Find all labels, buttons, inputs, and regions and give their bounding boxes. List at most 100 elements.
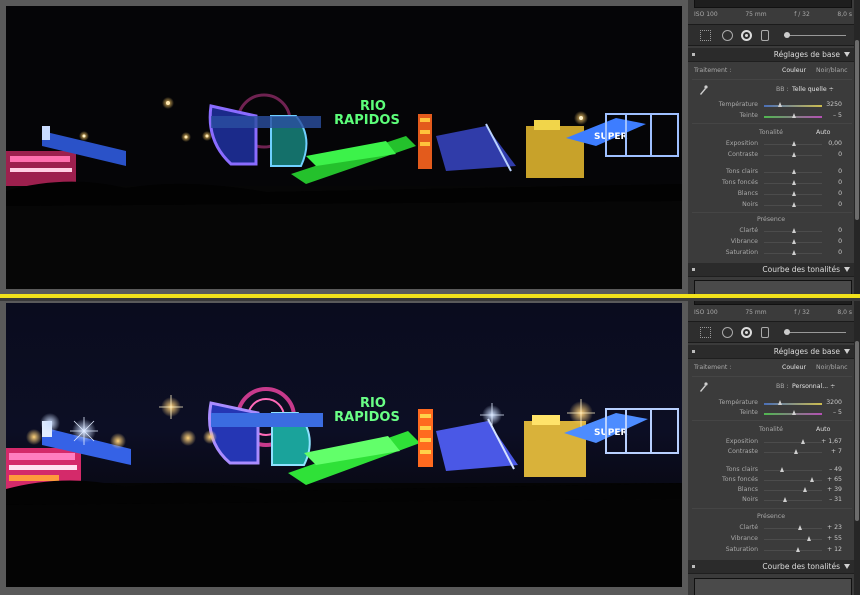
vibrance-knob[interactable] [792, 239, 796, 244]
contrast-slider-row[interactable]: Contraste 0 [688, 150, 854, 160]
basic-section-header-after[interactable]: Réglages de base [688, 345, 854, 359]
temperature-track[interactable] [764, 403, 822, 405]
clarity-slider-row[interactable]: Clarté 0 [688, 226, 854, 236]
contrast-value[interactable]: + 7 [831, 448, 842, 455]
highlights-knob[interactable] [780, 467, 784, 472]
saturation-value[interactable]: + 12 [827, 546, 842, 553]
eyedropper-icon[interactable] [698, 84, 708, 96]
auto-tone-button[interactable]: Auto [816, 129, 830, 136]
blacks-knob[interactable] [792, 202, 796, 207]
saturation-knob[interactable] [792, 250, 796, 255]
graduated-filter-icon[interactable] [761, 30, 769, 41]
adjustment-brush-slider[interactable] [784, 32, 846, 38]
collapse-arrow-icon[interactable] [844, 349, 850, 354]
red-eye-icon[interactable] [741, 30, 752, 41]
blacks-track[interactable] [764, 500, 822, 501]
clarity-value[interactable]: + 23 [827, 524, 842, 531]
spot-removal-icon[interactable] [722, 30, 733, 41]
wb-mode-dropdown[interactable]: Personnal... ÷ [792, 383, 835, 390]
treatment-bw-option[interactable]: Noir/blanc [816, 67, 848, 74]
crop-tool-icon[interactable] [700, 327, 711, 338]
tone-curve-header-after[interactable]: Courbe des tonalités [688, 560, 854, 574]
tint-slider-row[interactable]: Teinte – 5 [688, 111, 854, 121]
whites-knob[interactable] [792, 191, 796, 196]
shadows-value[interactable]: 0 [838, 179, 842, 186]
basic-section-header-before[interactable]: Réglages de base [688, 48, 854, 62]
vibrance-knob[interactable] [807, 536, 811, 541]
blacks-slider-row[interactable]: Noirs – 31 [688, 495, 854, 505]
saturation-knob[interactable] [796, 547, 800, 552]
highlights-track[interactable] [764, 470, 822, 471]
exposure-knob[interactable] [792, 141, 796, 146]
shadows-knob[interactable] [810, 477, 814, 482]
blacks-value[interactable]: 0 [838, 201, 842, 208]
tint-knob[interactable] [792, 113, 796, 118]
shadows-slider-row[interactable]: Tons foncés + 65 [688, 475, 854, 485]
highlights-value[interactable]: – 49 [829, 466, 842, 473]
panel-toggle-icon[interactable] [692, 53, 695, 56]
collapse-arrow-icon[interactable] [844, 564, 850, 569]
after-photo[interactable]: RIO RAPIDOS SUPER [6, 303, 682, 587]
panel-scrollbar-after[interactable] [854, 301, 860, 595]
temperature-value[interactable]: 3250 [826, 101, 842, 108]
spot-removal-icon[interactable] [722, 327, 733, 338]
vibrance-track[interactable] [764, 539, 822, 540]
temperature-track[interactable] [764, 105, 822, 107]
tone-curve-header-before[interactable]: Courbe des tonalités [688, 263, 854, 277]
saturation-slider-row[interactable]: Saturation 0 [688, 248, 854, 258]
panel-toggle-icon[interactable] [692, 350, 695, 353]
collapse-arrow-icon[interactable] [844, 267, 850, 272]
temperature-knob[interactable] [778, 400, 782, 405]
temperature-slider-row[interactable]: Température 3200 [688, 398, 854, 408]
clarity-knob[interactable] [798, 525, 802, 530]
eyedropper-icon[interactable] [698, 381, 708, 393]
panel-scroll-thumb-before[interactable] [855, 40, 859, 220]
exposure-value[interactable]: 0,00 [828, 140, 842, 147]
adjustment-brush-knob[interactable] [784, 329, 790, 335]
whites-slider-row[interactable]: Blancs + 39 [688, 485, 854, 495]
contrast-value[interactable]: 0 [838, 151, 842, 158]
tint-value[interactable]: – 5 [833, 409, 842, 416]
clarity-track[interactable] [764, 528, 822, 529]
whites-knob[interactable] [803, 487, 807, 492]
contrast-knob[interactable] [794, 449, 798, 454]
crop-tool-icon[interactable] [700, 30, 711, 41]
saturation-slider-row[interactable]: Saturation + 12 [688, 545, 854, 555]
whites-slider-row[interactable]: Blancs 0 [688, 189, 854, 199]
graduated-filter-icon[interactable] [761, 327, 769, 338]
contrast-knob[interactable] [792, 152, 796, 157]
exposure-track[interactable] [764, 442, 822, 443]
before-photo[interactable]: RIO RAPIDOS SUPER [6, 6, 682, 289]
highlights-value[interactable]: 0 [838, 168, 842, 175]
tint-value[interactable]: – 5 [833, 112, 842, 119]
shadows-knob[interactable] [792, 180, 796, 185]
temperature-value[interactable]: 3200 [826, 399, 842, 406]
auto-tone-button[interactable]: Auto [816, 426, 830, 433]
vibrance-value[interactable]: 0 [838, 238, 842, 245]
blacks-slider-row[interactable]: Noirs 0 [688, 200, 854, 210]
contrast-slider-row[interactable]: Contraste + 7 [688, 447, 854, 457]
highlights-slider-row[interactable]: Tons clairs 0 [688, 167, 854, 177]
temperature-knob[interactable] [778, 102, 782, 107]
panel-toggle-icon[interactable] [692, 565, 695, 568]
collapse-arrow-icon[interactable] [844, 52, 850, 57]
blacks-value[interactable]: – 31 [829, 496, 842, 503]
wb-mode-dropdown[interactable]: Telle quelle ÷ [792, 86, 834, 93]
temperature-slider-row[interactable]: Température 3250 [688, 100, 854, 110]
saturation-value[interactable]: 0 [838, 249, 842, 256]
clarity-value[interactable]: 0 [838, 227, 842, 234]
red-eye-icon[interactable] [741, 327, 752, 338]
vibrance-slider-row[interactable]: Vibrance 0 [688, 237, 854, 247]
treatment-color-option[interactable]: Couleur [782, 67, 806, 74]
vibrance-slider-row[interactable]: Vibrance + 55 [688, 534, 854, 544]
tone-curve-preview[interactable] [694, 280, 852, 294]
highlights-slider-row[interactable]: Tons clairs – 49 [688, 465, 854, 475]
exposure-slider-row[interactable]: Exposition 0,00 [688, 139, 854, 149]
tint-slider-row[interactable]: Teinte – 5 [688, 408, 854, 418]
panel-scroll-thumb-after[interactable] [855, 341, 859, 521]
adjustment-brush-slider[interactable] [784, 329, 846, 335]
adjustment-brush-knob[interactable] [784, 32, 790, 38]
panel-toggle-icon[interactable] [692, 268, 695, 271]
exposure-value[interactable]: + 1,67 [821, 438, 842, 445]
whites-value[interactable]: 0 [838, 190, 842, 197]
